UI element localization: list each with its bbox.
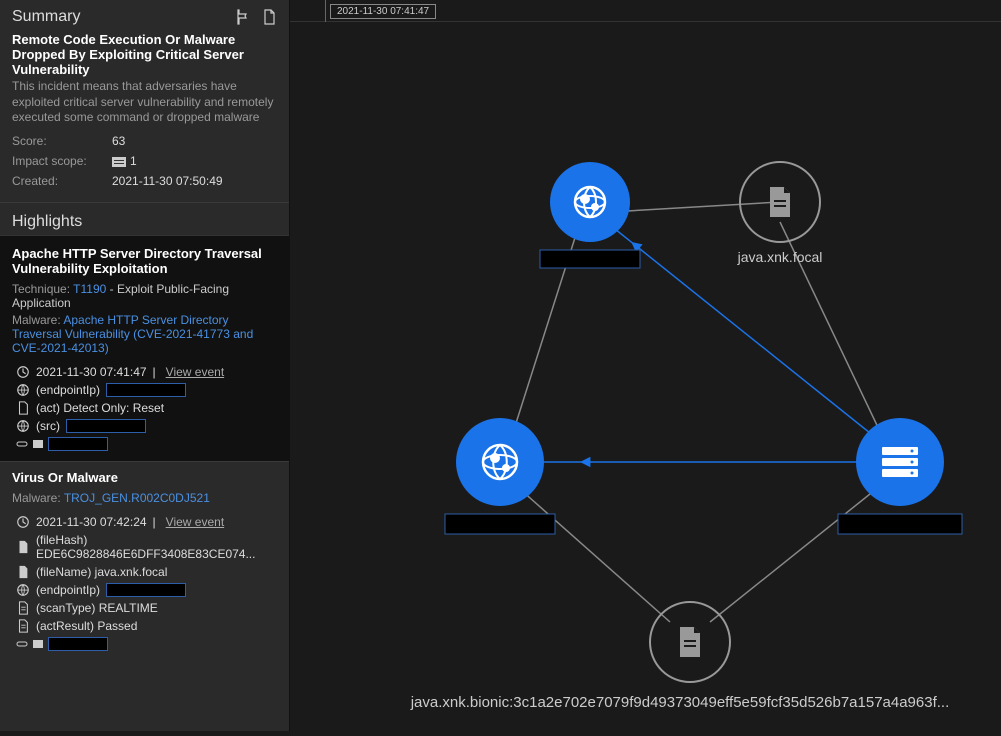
highlights-header-section: Highlights	[0, 202, 289, 235]
impact-value: 1	[112, 154, 137, 168]
view-event-link[interactable]: View event	[166, 515, 224, 529]
clock-icon	[16, 515, 30, 529]
host-icon[interactable]	[32, 638, 44, 650]
chain-icon[interactable]	[16, 438, 28, 450]
file-icon	[16, 565, 30, 579]
graph-node-file[interactable]: java.xnk.focal	[737, 162, 823, 265]
technique-row: Technique: T1190 - Exploit Public-Facing…	[12, 282, 277, 310]
sub-icons	[16, 437, 277, 451]
graph-node-server[interactable]	[838, 418, 962, 534]
incident-description: This incident means that adversaries hav…	[12, 79, 277, 126]
row-label: (endpointIp)	[36, 583, 100, 597]
graph-node-file[interactable]: java.xnk.bionic:3c1a2e702e7079f9d4937304…	[410, 602, 950, 711]
globe-icon	[16, 383, 30, 397]
file-lines-icon	[16, 601, 30, 615]
file-lines-icon	[16, 619, 30, 633]
impact-label: Impact scope:	[12, 154, 112, 168]
graph-edge[interactable]	[512, 482, 670, 622]
redacted-label	[540, 250, 640, 268]
score-value: 63	[112, 134, 125, 148]
redacted-value	[48, 637, 108, 651]
sidebar: Summary Remote Code Execution Or Malware…	[0, 0, 290, 731]
highlight-title: Apache HTTP Server Directory Traversal V…	[12, 246, 277, 276]
malware-row: Malware: Apache HTTP Server Directory Tr…	[12, 313, 277, 355]
row-label: (actResult) Passed	[36, 619, 137, 633]
event-time: 2021-11-30 07:41:47	[36, 365, 147, 379]
redacted-value	[106, 583, 186, 597]
sub-icons	[16, 637, 277, 651]
flag-icon[interactable]	[235, 9, 251, 25]
timeline[interactable]: 2021-11-30 07:41:47	[290, 0, 1001, 22]
row-label: (fileHash) EDE6C9828846E6DFF3408E83CE074…	[36, 533, 277, 561]
host-icon[interactable]	[32, 438, 44, 450]
summary-section: Summary Remote Code Execution Or Malware…	[0, 0, 289, 202]
file-icon	[16, 540, 30, 554]
graph-edge[interactable]	[610, 202, 780, 212]
host-icon	[112, 157, 126, 167]
event-block: 2021-11-30 07:42:24 | View event (fileHa…	[12, 515, 277, 651]
graph-canvas[interactable]: java.xnk.focal	[290, 22, 1001, 731]
highlight-title: Virus Or Malware	[12, 470, 277, 485]
created-value: 2021-11-30 07:50:49	[112, 174, 223, 188]
graph-edge[interactable]	[710, 482, 885, 622]
file-icon	[16, 401, 30, 415]
row-label: (endpointIp)	[36, 383, 100, 397]
chain-icon[interactable]	[16, 638, 28, 650]
globe-icon	[16, 419, 30, 433]
row-label: (src)	[36, 419, 60, 433]
view-event-link[interactable]: View event	[166, 365, 224, 379]
row-label: (fileName) java.xnk.focal	[36, 565, 167, 579]
redacted-value	[106, 383, 186, 397]
malware-row: Malware: TROJ_GEN.R002C0DJ521	[12, 491, 277, 505]
graph-node-globe[interactable]	[445, 418, 555, 534]
graph-node-globe[interactable]	[540, 162, 640, 268]
row-label: (scanType) REALTIME	[36, 601, 158, 615]
malware-link[interactable]: TROJ_GEN.R002C0DJ521	[64, 491, 210, 505]
highlight-card[interactable]: Apache HTTP Server Directory Traversal V…	[0, 235, 289, 461]
score-row: Score: 63	[12, 134, 277, 148]
impact-row: Impact scope: 1	[12, 154, 277, 168]
row-label: (act) Detect Only: Reset	[36, 401, 164, 415]
highlights-header: Highlights	[12, 213, 277, 231]
timeline-label: 2021-11-30 07:41:47	[330, 4, 436, 19]
redacted-label	[445, 514, 555, 534]
node-label: java.xnk.bionic:3c1a2e702e7079f9d4937304…	[410, 694, 950, 711]
summary-header: Summary	[12, 8, 80, 26]
clock-icon	[16, 365, 30, 379]
created-row: Created: 2021-11-30 07:50:49	[12, 174, 277, 188]
redacted-value	[48, 437, 108, 451]
main-panel: 2021-11-30 07:41:47	[290, 0, 1001, 731]
highlight-card[interactable]: Virus Or Malware Malware: TROJ_GEN.R002C…	[0, 461, 289, 659]
globe-icon	[16, 583, 30, 597]
event-block: 2021-11-30 07:41:47 | View event (endpoi…	[12, 365, 277, 451]
redacted-label	[838, 514, 962, 534]
node-label: java.xnk.focal	[737, 249, 823, 265]
timeline-marker[interactable]: 2021-11-30 07:41:47	[325, 0, 436, 22]
technique-link[interactable]: T1190	[73, 282, 106, 296]
event-time: 2021-11-30 07:42:24	[36, 515, 147, 529]
created-label: Created:	[12, 174, 112, 188]
document-icon[interactable]	[261, 9, 277, 25]
incident-title: Remote Code Execution Or Malware Dropped…	[12, 32, 277, 77]
score-label: Score:	[12, 134, 112, 148]
redacted-value	[66, 419, 146, 433]
